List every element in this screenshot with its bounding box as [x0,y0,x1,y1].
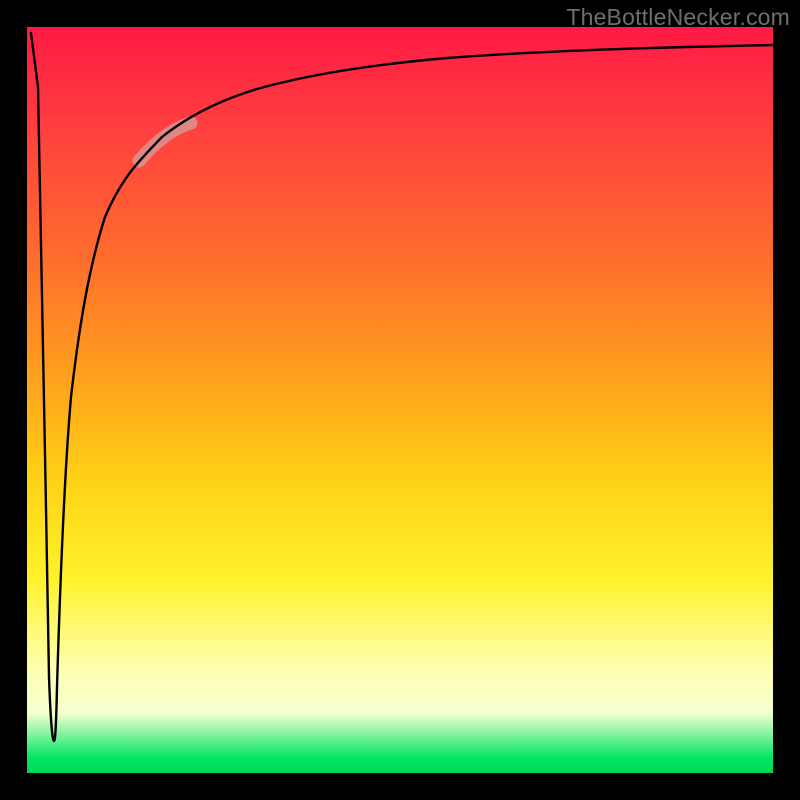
curve-highlight-segment [139,123,191,161]
bottleneck-curve [31,33,773,741]
curve-layer [27,27,773,773]
chart-container: TheBottleNecker.com [0,0,800,800]
watermark-text: TheBottleNecker.com [566,4,790,31]
plot-area [27,27,773,773]
